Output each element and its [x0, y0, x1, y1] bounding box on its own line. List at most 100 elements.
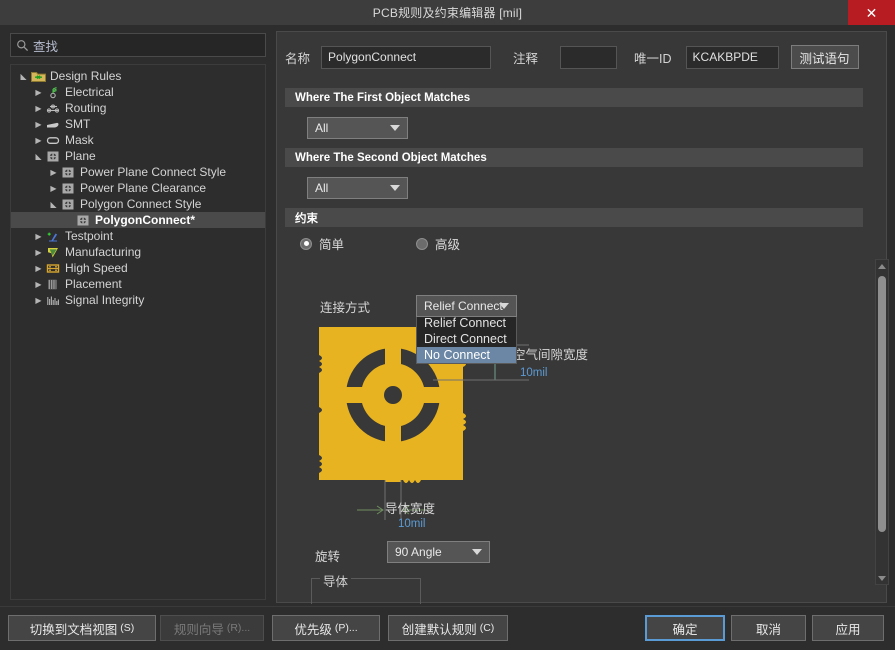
second-object-scope-value: All [315, 181, 329, 195]
connect-style-dropdown-list[interactable]: Relief Connect Direct Connect No Connect [416, 314, 517, 364]
expand-arrow-right-icon[interactable]: ▶ [32, 84, 45, 100]
footer-button-0[interactable]: 切换到文档视图 (S) [8, 615, 156, 641]
tree-item-signal-integrity[interactable]: ▶ Signal Integrity [11, 292, 265, 308]
tree-item-label: Testpoint [65, 229, 114, 243]
expand-arrow-right-icon[interactable]: ▶ [32, 228, 45, 244]
rule-name-field[interactable]: PolygonConnect [321, 45, 492, 69]
conductors-groupbox-label: 导体 [320, 571, 352, 590]
tree-item-manufacturing[interactable]: ▶ Manufacturing [11, 244, 265, 260]
rule-header-row: 名称 PolygonConnect 注释 唯一ID KCAKBPDE 测试语句 [285, 44, 875, 70]
dropdown-option-direct-connect[interactable]: Direct Connect [417, 331, 516, 347]
expand-arrow-right-icon[interactable]: ▶ [32, 292, 45, 308]
footer-button-2[interactable]: 优先级 (P)... [272, 615, 380, 641]
footer-button-3[interactable]: 创建默认规则 (C) [388, 615, 508, 641]
test-query-button[interactable]: 测试语句 [790, 45, 859, 69]
name-label: 名称 [285, 51, 311, 66]
tree-item-label: PolygonConnect* [95, 213, 196, 227]
tree-item-electrical[interactable]: ▶ Electrical [11, 84, 265, 100]
close-icon: ✕ [865, 4, 878, 21]
first-object-scope-select[interactable]: All [307, 117, 408, 139]
first-object-scope-value: All [315, 121, 329, 135]
chevron-down-icon [390, 185, 400, 191]
tree-item-label: Electrical [65, 85, 114, 99]
search-input[interactable]: 查找 [10, 33, 266, 57]
rotation-value: 90 Angle [395, 545, 442, 559]
mask-icon [45, 133, 61, 147]
tree-item-polygon-connect-style[interactable]: ◢ Polygon Connect Style [11, 196, 265, 212]
plane-icon [75, 213, 91, 227]
expand-arrow-down-icon[interactable]: ◢ [17, 68, 30, 84]
tree-item-power-plane-clearance[interactable]: ▶ Power Plane Clearance [11, 180, 265, 196]
plane-icon [45, 149, 61, 163]
tree-item-smt[interactable]: ▶ SMT [11, 116, 265, 132]
design-rules-tree[interactable]: ◢ Design Rules ▶ Electrical ▶ Routing ▶ SMT ▶ Mas… [10, 64, 266, 600]
footer-button-label: 切换到文档视图 [29, 622, 118, 637]
tree-item-design-rules[interactable]: ◢ Design Rules [11, 68, 265, 84]
dropdown-option-label: Relief Connect [424, 316, 506, 330]
footer-button-accel: (C) [479, 622, 495, 634]
tree-item-plane[interactable]: ◢ Plane [11, 148, 265, 164]
tree-item-label: High Speed [65, 261, 128, 275]
expand-arrow-right-icon[interactable]: ▶ [32, 260, 45, 276]
cancel-button[interactable]: 取消 [731, 615, 806, 641]
tree-item-mask[interactable]: ▶ Mask [11, 132, 265, 148]
tree-item-label: Power Plane Clearance [80, 181, 207, 195]
expand-arrow-right-icon[interactable]: ▶ [47, 164, 60, 180]
ok-button[interactable]: 确定 [645, 615, 725, 641]
tree-item-polygonconnect[interactable]: PolygonConnect* [11, 212, 265, 228]
close-button[interactable]: ✕ [848, 0, 895, 25]
rotation-select[interactable]: 90 Angle [387, 541, 490, 563]
dropdown-option-relief-connect[interactable]: Relief Connect [417, 315, 516, 331]
signalintegrity-icon [45, 293, 61, 307]
dropdown-option-no-connect[interactable]: No Connect [417, 347, 516, 363]
tree-item-placement[interactable]: ▶ Placement [11, 276, 265, 292]
footer-button-accel: (P)... [334, 622, 358, 634]
testpoint-icon [45, 229, 61, 243]
radio-simple[interactable] [300, 237, 312, 250]
plane-icon [60, 181, 76, 195]
second-object-scope-select[interactable]: All [307, 177, 408, 199]
expand-arrow-right-icon[interactable]: ▶ [32, 244, 45, 260]
expand-arrow-down-icon[interactable]: ◢ [32, 148, 45, 164]
rotation-label: 旋转 [315, 550, 341, 564]
air-gap-value: 10mil [520, 367, 548, 379]
tree-item-testpoint[interactable]: ▶ Testpoint [11, 228, 265, 244]
search-input-value: 查找 [33, 39, 59, 54]
expand-arrow-right-icon[interactable]: ▶ [47, 180, 60, 196]
constraints-header: 约束 [285, 208, 863, 227]
connect-style-label: 连接方式 [320, 301, 371, 315]
chevron-down-icon [499, 303, 509, 309]
title-bar: PCB规则及约束编辑器 [mil] ✕ [0, 0, 895, 25]
rules-tree-panel: 查找 ◢ Design Rules ▶ Electrical ▶ Routing ▶ SMT ▶… [8, 31, 270, 603]
expand-arrow-right-icon[interactable]: ▶ [32, 132, 45, 148]
expand-arrow-right-icon[interactable]: ▶ [32, 100, 45, 116]
scroll-down-arrow-icon[interactable] [876, 572, 888, 584]
conductors-groupbox: 导体 [311, 571, 421, 604]
constraints-scrollbar[interactable] [875, 259, 889, 585]
first-object-header: Where The First Object Matches [285, 88, 863, 107]
dialog-footer: 切换到文档视图 (S) 规则向导 (R)... 优先级 (P)... 创建默认规则 (C) 确… [0, 606, 895, 650]
rule-comment-field[interactable] [560, 45, 618, 69]
comment-label: 注释 [513, 51, 539, 66]
footer-button-label: 规则向导 [173, 622, 224, 637]
plane-icon [60, 197, 76, 211]
tree-item-label: Plane [65, 149, 96, 163]
tree-item-label: Power Plane Connect Style [80, 165, 227, 179]
unique-id-field[interactable]: KCAKBPDE [685, 45, 779, 69]
expand-arrow-right-icon[interactable]: ▶ [32, 276, 45, 292]
page-title: PCB规则及约束编辑器 [mil] [372, 6, 523, 20]
expand-arrow-down-icon[interactable]: ◢ [47, 196, 60, 212]
tree-item-high-speed[interactable]: ▶ High Speed [11, 260, 265, 276]
radio-advanced[interactable] [416, 237, 429, 250]
scroll-up-arrow-icon[interactable] [876, 260, 888, 272]
scrollbar-thumb[interactable] [878, 276, 886, 532]
tree-item-routing[interactable]: ▶ Routing [11, 100, 265, 116]
expand-arrow-right-icon[interactable]: ▶ [32, 116, 45, 132]
tree-item-label: Mask [65, 133, 94, 147]
connect-style-select[interactable]: Relief Connect [416, 295, 517, 317]
apply-button[interactable]: 应用 [812, 615, 884, 641]
tree-item-power-plane-connect-style[interactable]: ▶ Power Plane Connect Style [11, 164, 265, 180]
chevron-down-icon [390, 125, 400, 131]
radio-advanced-label: 高级 [435, 238, 461, 252]
highspeed-icon [45, 261, 61, 275]
